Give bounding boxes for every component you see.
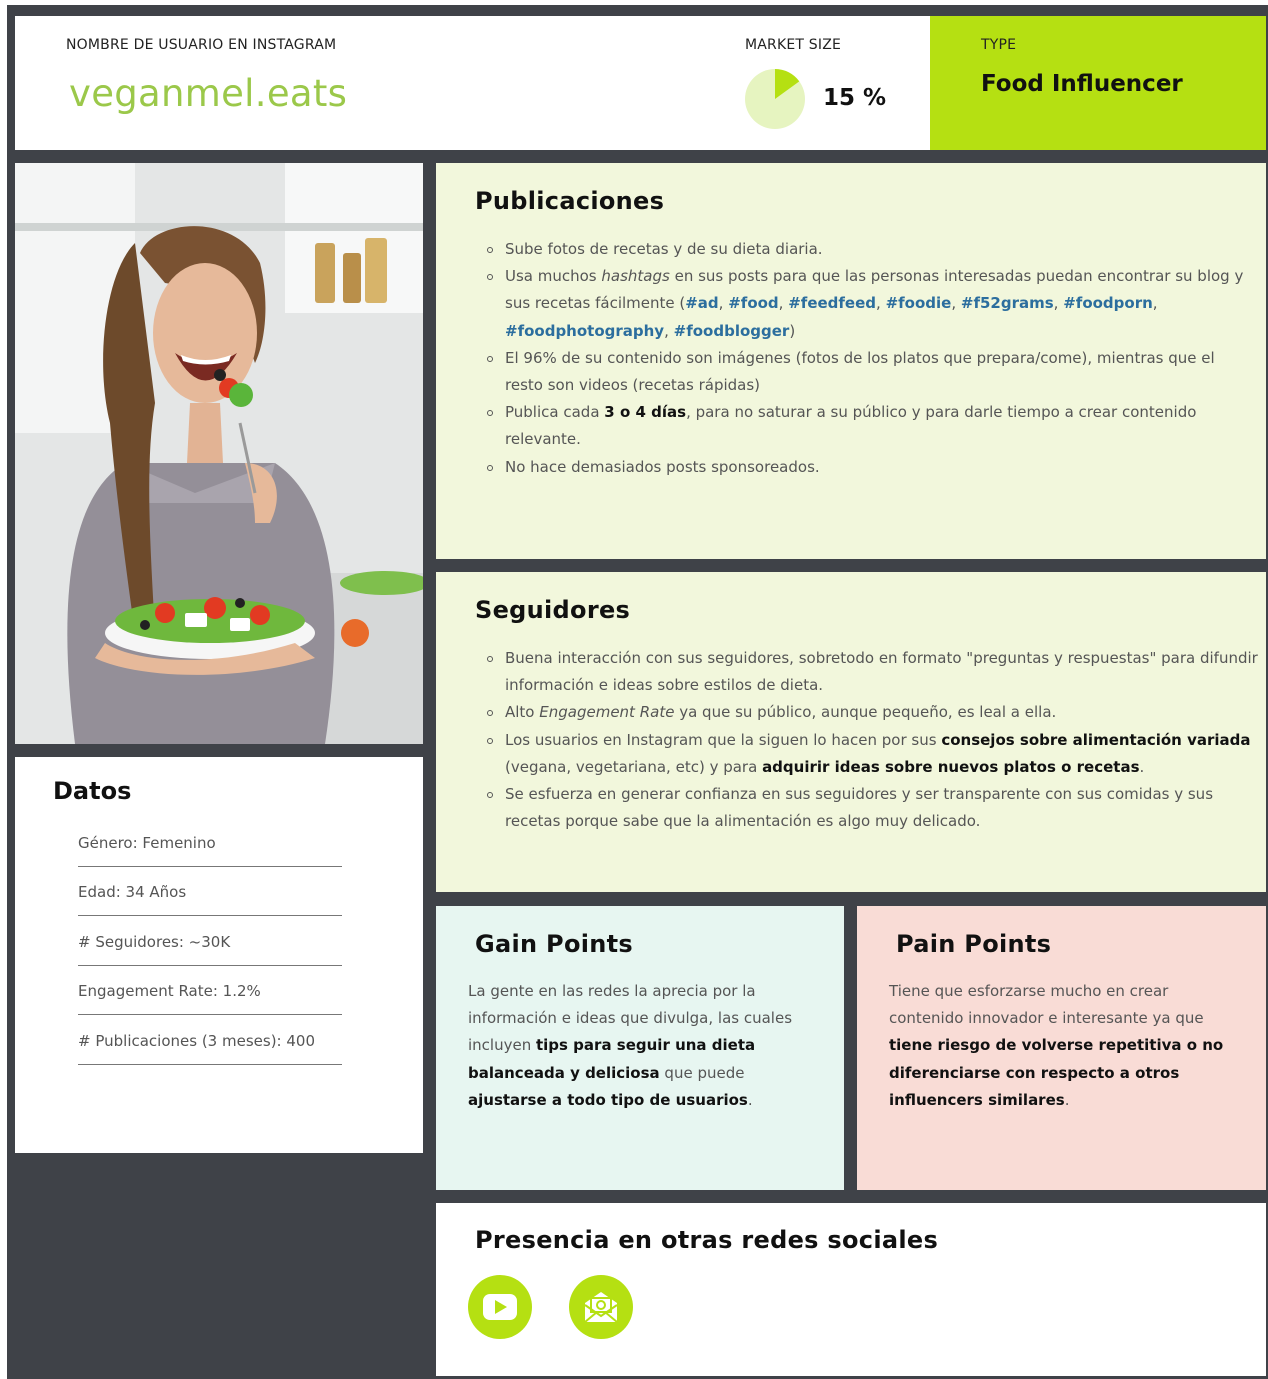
type-label: TYPE [981,37,1017,53]
header-username-panel: NOMBRE DE USUARIO EN INSTAGRAM veganmel.… [15,16,930,150]
list-item: Usa muchos hashtags en sus posts para qu… [487,263,1250,345]
publicaciones-list: Sube fotos de recetas y de su dieta diar… [483,236,1250,481]
youtube-icon[interactable] [468,1275,532,1339]
gain-points-panel: Gain Points La gente en las redes la apr… [436,906,844,1190]
list-item: Sube fotos de recetas y de su dieta diar… [487,236,1250,263]
datos-row-genero: Género: Femenino [78,832,342,867]
hashtag[interactable]: #feedfeed [788,294,876,312]
publicaciones-panel: Publicaciones Sube fotos de recetas y de… [436,163,1266,559]
hashtag[interactable]: #ad [685,294,718,312]
datos-row-publicaciones: # Publicaciones (3 meses): 400 [78,1030,342,1065]
email-newsletter-icon[interactable] [569,1275,633,1339]
hashtag[interactable]: #foodblogger [674,322,790,340]
list-item: El 96% de su contenido son imágenes (fot… [487,345,1250,399]
datos-panel: Datos Género: Femenino Edad: 34 Años # S… [15,757,423,1153]
datos-row-edad: Edad: 34 Años [78,881,342,916]
list-item: No hace demasiados posts sponsoreados. [487,454,1250,481]
list-item: Los usuarios en Instagram que la siguen … [487,727,1260,781]
market-size-value: 15 % [823,85,887,111]
list-item: Alto Engagement Rate ya que su público, … [487,699,1260,726]
market-size-label: MARKET SIZE [745,37,842,53]
datos-title: Datos [53,777,132,805]
pain-points-title: Pain Points [896,930,1052,958]
type-value: Food Influencer [981,71,1183,97]
redes-panel: Presencia en otras redes sociales [436,1203,1266,1376]
woman-eating-salad-illustration [15,163,423,744]
list-item: Buena interacción con sus seguidores, so… [487,645,1260,699]
market-size-pie-icon [745,69,805,129]
hashtag[interactable]: #food [728,294,778,312]
hashtag[interactable]: #foodie [886,294,952,312]
pain-points-text: Tiene que esforzarse mucho en crear cont… [889,982,1224,1109]
gain-points-title: Gain Points [475,930,634,958]
publicaciones-title: Publicaciones [475,187,665,215]
seguidores-title: Seguidores [475,596,631,624]
redes-title: Presencia en otras redes sociales [475,1226,939,1254]
profile-photo [15,163,423,744]
list-item: Se esfuerza en generar confianza en sus … [487,781,1260,835]
gain-points-text: La gente en las redes la aprecia por la … [468,982,793,1109]
pain-points-panel: Pain Points Tiene que esforzarse mucho e… [857,906,1266,1190]
hashtag[interactable]: #foodporn [1063,294,1153,312]
hashtag[interactable]: #foodphotography [505,322,664,340]
hashtag[interactable]: #f52grams [961,294,1054,312]
envelope-glyph-icon [584,1292,618,1323]
seguidores-panel: Seguidores Buena interacción con sus seg… [436,572,1266,892]
username: veganmel.eats [69,72,348,115]
datos-row-seguidores: # Seguidores: ~30K [78,931,342,966]
youtube-glyph-icon [483,1294,517,1320]
username-label: NOMBRE DE USUARIO EN INSTAGRAM [66,37,337,53]
list-item: Publica cada 3 o 4 días, para no saturar… [487,399,1250,453]
header-type-panel: TYPE Food Influencer [930,16,1266,150]
seguidores-list: Buena interacción con sus seguidores, so… [483,645,1260,835]
datos-row-engagement: Engagement Rate: 1.2% [78,980,342,1015]
